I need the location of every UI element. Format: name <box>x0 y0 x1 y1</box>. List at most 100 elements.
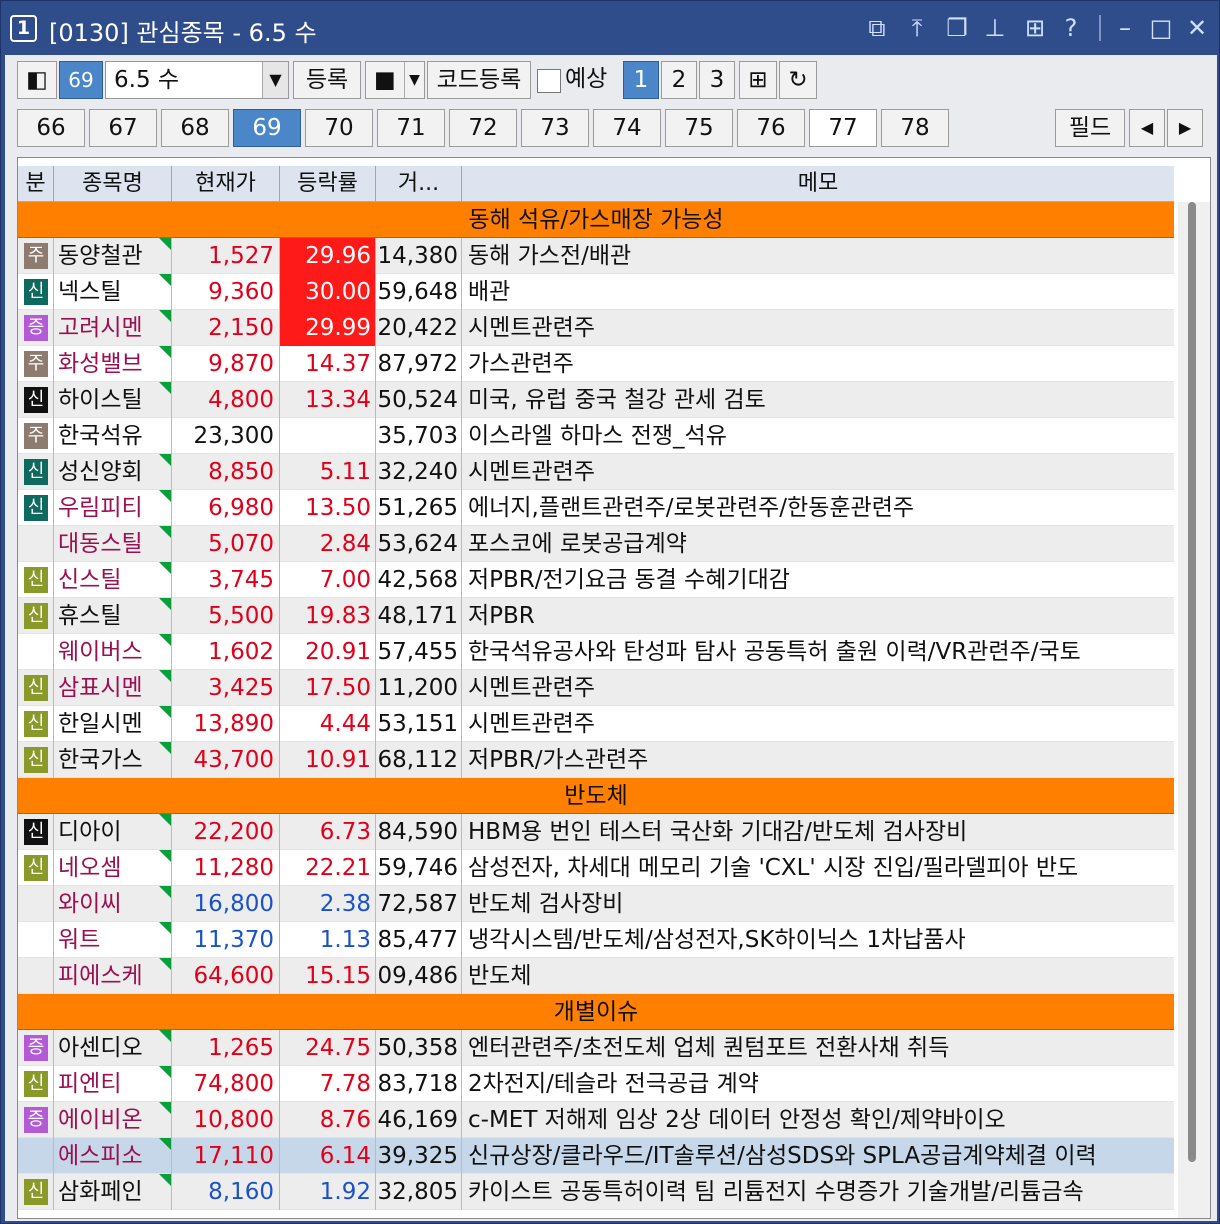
col-header-rate[interactable]: 등락률 <box>280 166 376 202</box>
stock-name-cell[interactable]: 삼표시멘 <box>54 670 172 706</box>
memo-cell[interactable]: 미국, 유럽 중국 철강 관세 검토 <box>462 382 1174 418</box>
group-header-row[interactable]: 동해 석유/가스매장 가능성 <box>18 202 1174 238</box>
register-button[interactable]: 등록 <box>293 61 361 99</box>
memo-cell[interactable]: 한국석유공사와 탄성파 탐사 공동특허 출원 이력/VR관련주/국토 <box>462 634 1174 670</box>
memo-cell[interactable]: 삼성전자, 차세대 메모리 기술 'CXL' 시장 진입/필라델피아 반도 <box>462 850 1174 886</box>
group-tab-77[interactable]: 77 <box>809 109 877 147</box>
stock-name-cell[interactable]: 휴스틸 <box>54 598 172 634</box>
memo-cell[interactable]: 반도체 <box>462 958 1174 994</box>
memo-cell[interactable]: 이스라엘 하마스 전쟁_석유 <box>462 418 1174 454</box>
forecast-checkbox[interactable] <box>537 69 561 93</box>
table-row[interactable]: 대동스틸 5,070 2.84 53,624 포스코에 로봇공급계약 <box>18 526 1174 562</box>
stop-dropdown[interactable]: ■ ▼ <box>365 61 425 99</box>
stock-name-cell[interactable]: 디아이 <box>54 814 172 850</box>
stock-name-cell[interactable]: 에스피소 <box>54 1138 172 1174</box>
close-icon[interactable]: ✕ <box>1183 14 1211 42</box>
group-tab-69[interactable]: 69 <box>233 109 301 147</box>
table-row[interactable]: 신 넥스틸 9,360 30.00 59,648 배관 <box>18 274 1174 310</box>
group-tab-66[interactable]: 66 <box>17 109 85 147</box>
memo-cell[interactable]: 시멘트관련주 <box>462 310 1174 346</box>
table-row[interactable]: 증 아센디오 1,265 24.75 50,358 엔터관련주/초전도체 업체 퀀텀포트 … <box>18 1030 1174 1066</box>
group-tab-74[interactable]: 74 <box>593 109 661 147</box>
table-row[interactable]: 신 성신양회 8,850 5.11 32,240 시멘트관련주 <box>18 454 1174 490</box>
chevron-down-icon[interactable]: ▼ <box>404 62 424 98</box>
col-header-price[interactable]: 현재가 <box>172 166 280 202</box>
code-register-button[interactable]: 코드등록 <box>427 61 531 99</box>
field-button[interactable]: 필드 <box>1055 109 1125 147</box>
col-header-category[interactable]: 분 <box>18 166 54 202</box>
stock-name-cell[interactable]: 대동스틸 <box>54 526 172 562</box>
table-row[interactable]: 증 고려시멘 2,150 29.99 20,422 시멘트관련주 <box>18 310 1174 346</box>
stock-name-cell[interactable]: 우림피티 <box>54 490 172 526</box>
col-header-memo[interactable]: 메모 <box>462 166 1174 202</box>
grid-icon[interactable]: ⊞ <box>1021 14 1049 42</box>
refresh-icon[interactable]: ↻ <box>779 61 817 99</box>
stock-name-cell[interactable]: 와이씨 <box>54 886 172 922</box>
stock-name-cell[interactable]: 피엔티 <box>54 1066 172 1102</box>
table-row[interactable]: 주 한국석유 23,300 35,703 이스라엘 하마스 전쟁_석유 <box>18 418 1174 454</box>
stock-name-cell[interactable]: 화성밸브 <box>54 346 172 382</box>
table-row[interactable]: 와이씨 16,800 2.38 72,587 반도체 검사장비 <box>18 886 1174 922</box>
group-number-box[interactable]: 69 <box>59 61 103 99</box>
table-row[interactable]: 주 동양철관 1,527 29.96 14,380 동해 가스전/배관 <box>18 238 1174 274</box>
page-button-2[interactable]: 2 <box>661 61 697 99</box>
table-row[interactable]: 신 하이스틸 4,800 13.34 50,524 미국, 유럽 중국 철강 관세 검토 <box>18 382 1174 418</box>
help-icon[interactable]: ? <box>1057 14 1085 42</box>
memo-cell[interactable]: c-MET 저해제 임상 2상 데이터 안정성 확인/제약바이오 <box>462 1102 1174 1138</box>
memo-cell[interactable]: 가스관련주 <box>462 346 1174 382</box>
col-header-volume[interactable]: 거... <box>376 166 462 202</box>
memo-cell[interactable]: 시멘트관련주 <box>462 454 1174 490</box>
group-tab-73[interactable]: 73 <box>521 109 589 147</box>
group-tab-71[interactable]: 71 <box>377 109 445 147</box>
stock-name-cell[interactable]: 성신양회 <box>54 454 172 490</box>
window-number-badge[interactable]: 1 <box>10 15 37 42</box>
title-bar[interactable]: 1 [0130] 관심종목 - 6.5 수 ⧉ ⤒ ❐ ⊥ ⊞ ? – □ ✕ <box>1 1 1220 55</box>
group-tab-68[interactable]: 68 <box>161 109 229 147</box>
memo-cell[interactable]: 에너지,플랜트관련주/로봇관련주/한동훈관련주 <box>462 490 1174 526</box>
table-row[interactable]: 신 피엔티 74,800 7.78 83,718 2차전지/테슬라 전극공급 계약 <box>18 1066 1174 1102</box>
table-row[interactable]: 피에스케 64,600 15.15 09,486 반도체 <box>18 958 1174 994</box>
stock-name-cell[interactable]: 네오셈 <box>54 850 172 886</box>
group-tab-78[interactable]: 78 <box>881 109 949 147</box>
memo-cell[interactable]: 시멘트관련주 <box>462 670 1174 706</box>
panel-toggle-icon[interactable]: ◧ <box>17 61 57 99</box>
table-row[interactable]: 주 화성밸브 9,870 14.37 87,972 가스관련주 <box>18 346 1174 382</box>
memo-cell[interactable]: 시멘트관련주 <box>462 706 1174 742</box>
stock-name-cell[interactable]: 워트 <box>54 922 172 958</box>
memo-cell[interactable]: HBM용 번인 테스터 국산화 기대감/반도체 검사장비 <box>462 814 1174 850</box>
table-row[interactable]: 신 한국가스 43,700 10.91 68,112 저PBR/가스관련주 <box>18 742 1174 778</box>
table-row[interactable]: 증 에이비온 10,800 8.76 46,169 c-MET 저해제 임상 2상 데이터… <box>18 1102 1174 1138</box>
table-row[interactable]: 신 삼표시멘 3,425 17.50 11,200 시멘트관련주 <box>18 670 1174 706</box>
memo-cell[interactable]: 포스코에 로봇공급계약 <box>462 526 1174 562</box>
stock-name-cell[interactable]: 아센디오 <box>54 1030 172 1066</box>
table-row[interactable]: 신 한일시멘 13,890 4.44 53,151 시멘트관련주 <box>18 706 1174 742</box>
table-row[interactable]: 에스피소 17,110 6.14 39,325 신규상장/클라우드/IT솔루션/삼성SD… <box>18 1138 1174 1174</box>
maximize-icon[interactable]: □ <box>1147 14 1175 42</box>
stock-name-cell[interactable]: 한일시멘 <box>54 706 172 742</box>
memo-cell[interactable]: 신규상장/클라우드/IT솔루션/삼성SDS와 SPLA공급계약체결 이력 <box>462 1138 1174 1174</box>
next-arrow-icon[interactable]: ▶ <box>1167 109 1203 147</box>
stock-name-cell[interactable]: 신스틸 <box>54 562 172 598</box>
stock-name-cell[interactable]: 웨이버스 <box>54 634 172 670</box>
table-row[interactable]: 신 삼화페인 8,160 1.92 32,805 카이스트 공동특허이력 팀 리튬전지 수… <box>18 1174 1174 1210</box>
pin-icon[interactable]: ⊥ <box>981 14 1009 42</box>
memo-cell[interactable]: 2차전지/테슬라 전극공급 계약 <box>462 1066 1174 1102</box>
group-tab-70[interactable]: 70 <box>305 109 373 147</box>
stock-name-cell[interactable]: 에이비온 <box>54 1102 172 1138</box>
memo-cell[interactable]: 냉각시스템/반도체/삼성전자,SK하이닉스 1차납품사 <box>462 922 1174 958</box>
stock-name-cell[interactable]: 한국석유 <box>54 418 172 454</box>
memo-cell[interactable]: 저PBR <box>462 598 1174 634</box>
chevron-down-icon[interactable]: ▼ <box>262 62 288 98</box>
group-select[interactable]: 6.5 수 ▼ <box>105 61 289 99</box>
memo-cell[interactable]: 엔터관련주/초전도체 업체 퀀텀포트 전환사채 취득 <box>462 1030 1174 1066</box>
vertical-scrollbar[interactable] <box>1178 202 1210 1218</box>
group-tab-72[interactable]: 72 <box>449 109 517 147</box>
stock-name-cell[interactable]: 삼화페인 <box>54 1174 172 1210</box>
memo-cell[interactable]: 저PBR/가스관련주 <box>462 742 1174 778</box>
page-button-3[interactable]: 3 <box>699 61 735 99</box>
group-tab-75[interactable]: 75 <box>665 109 733 147</box>
stock-name-cell[interactable]: 하이스틸 <box>54 382 172 418</box>
table-row[interactable]: 워트 11,370 1.13 85,477 냉각시스템/반도체/삼성전자,SK하이닉스 … <box>18 922 1174 958</box>
table-row[interactable]: 신 휴스틸 5,500 19.83 48,171 저PBR <box>18 598 1174 634</box>
table-row[interactable]: 신 디아이 22,200 6.73 84,590 HBM용 번인 테스터 국산화 기대감/… <box>18 814 1174 850</box>
